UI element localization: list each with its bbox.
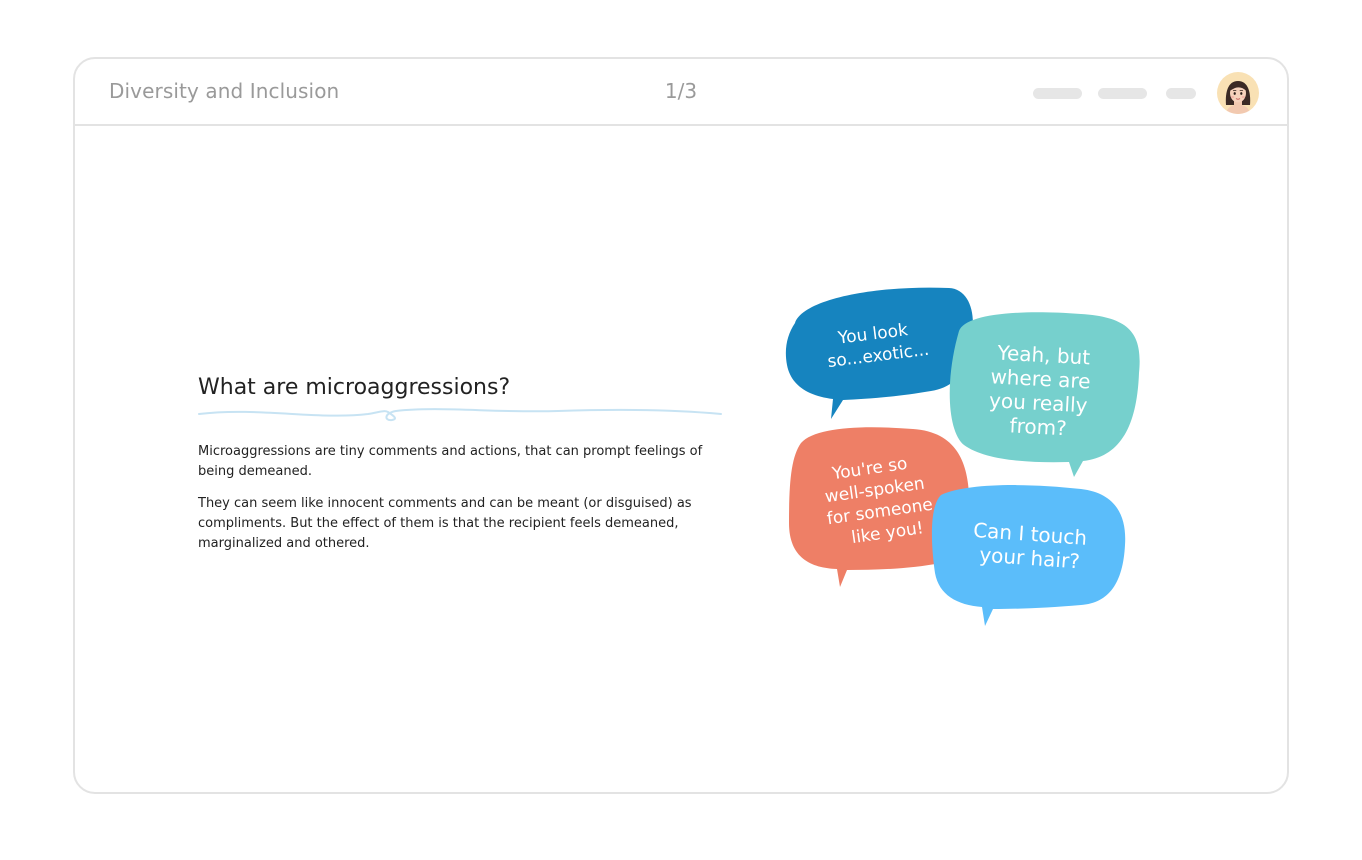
speech-bubble-where-from: Yeah, but where are you really from? bbox=[949, 312, 1140, 477]
top-bar: Diversity and Inclusion 1/3 bbox=[75, 59, 1287, 126]
speech-bubbles-illustration: You look so...exotic... Yeah, but where … bbox=[785, 287, 1140, 626]
woman-avatar-icon bbox=[1225, 81, 1251, 114]
nav-placeholder-1[interactable] bbox=[1033, 88, 1082, 99]
wave-divider-icon bbox=[198, 408, 722, 422]
lesson-window: Diversity and Inclusion 1/3 What are mic… bbox=[73, 57, 1289, 794]
lesson-heading: What are microaggressions? bbox=[198, 375, 511, 400]
nav-placeholder-3[interactable] bbox=[1166, 88, 1196, 99]
speech-bubble-exotic: You look so...exotic... bbox=[785, 287, 973, 419]
user-avatar[interactable] bbox=[1217, 72, 1259, 114]
paragraph-effect: They can seem like innocent comments and… bbox=[198, 496, 692, 551]
lesson-content: What are microaggressions? Microaggressi… bbox=[198, 375, 738, 566]
svg-text:Can I touch your hair?: Can I touch your hair? bbox=[971, 518, 1094, 574]
bubble-2-line-d: from? bbox=[1009, 413, 1067, 440]
speech-bubble-touch-hair: Can I touch your hair? bbox=[931, 485, 1126, 626]
nav-placeholder-2[interactable] bbox=[1098, 88, 1147, 99]
paragraph-definition: Microaggressions are tiny comments and a… bbox=[198, 444, 703, 479]
